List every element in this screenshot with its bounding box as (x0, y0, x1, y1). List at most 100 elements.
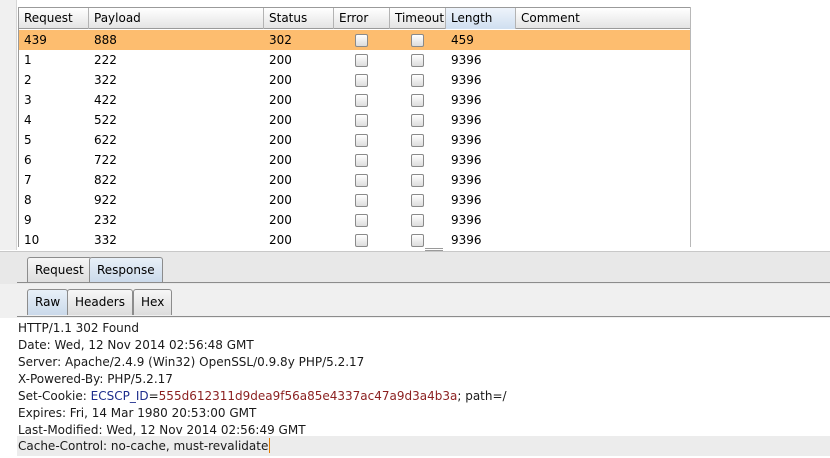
cell-length: 9396 (451, 93, 482, 107)
cell-length: 9396 (451, 53, 482, 67)
tab-request[interactable]: Request (27, 257, 92, 283)
table-row[interactable]: 1 222 200 9396 (19, 50, 690, 70)
cookie-path: ; path=/ (457, 389, 507, 403)
column-header-timeout[interactable]: Timeout (390, 8, 446, 29)
cell-status: 200 (269, 113, 292, 127)
cell-payload: 922 (94, 193, 117, 207)
cell-payload: 622 (94, 133, 117, 147)
column-header-status[interactable]: Status (264, 8, 334, 29)
cell-request: 2 (24, 73, 32, 87)
error-checkbox (355, 194, 368, 207)
cell-request: 10 (24, 233, 40, 247)
cell-request: 1 (24, 53, 32, 67)
cell-payload: 222 (94, 53, 117, 67)
error-checkbox (355, 174, 368, 187)
error-checkbox (355, 134, 368, 147)
cell-request: 439 (24, 33, 47, 47)
cell-comment (516, 190, 690, 210)
timeout-checkbox (411, 134, 424, 147)
set-cookie-key: Set-Cookie: (18, 389, 91, 403)
view-tabs-divider (17, 316, 830, 317)
cell-payload: 232 (94, 213, 117, 227)
cell-length: 9396 (451, 173, 482, 187)
timeout-checkbox (411, 214, 424, 227)
table-row[interactable]: 10 332 200 9396 (19, 230, 690, 247)
error-checkbox (355, 34, 368, 47)
timeout-checkbox (411, 174, 424, 187)
column-header-comment[interactable]: Comment (516, 8, 690, 29)
table-row[interactable]: 6 722 200 9396 (19, 150, 690, 170)
table-row[interactable]: 3 422 200 9396 (19, 90, 690, 110)
table-row[interactable]: 2 322 200 9396 (19, 70, 690, 90)
cell-status: 302 (269, 33, 292, 47)
timeout-checkbox (411, 94, 424, 107)
cell-request: 5 (24, 133, 32, 147)
cell-length: 9396 (451, 153, 482, 167)
cell-status: 200 (269, 153, 292, 167)
table-header: Request Payload Status Error Timeout Length Co… (19, 7, 690, 29)
tab-response[interactable]: Response (89, 257, 163, 283)
cell-comment (516, 50, 690, 70)
error-checkbox (355, 74, 368, 87)
cell-payload: 522 (94, 113, 117, 127)
table-row[interactable]: 9 232 200 9396 (19, 210, 690, 230)
cell-request: 9 (24, 213, 32, 227)
table-row[interactable]: 8 922 200 9396 (19, 190, 690, 210)
cell-payload: 888 (94, 33, 117, 47)
cell-length: 9396 (451, 73, 482, 87)
column-header-payload[interactable]: Payload (89, 8, 264, 29)
cell-status: 200 (269, 213, 292, 227)
table-row[interactable]: 5 622 200 9396 (19, 130, 690, 150)
cell-request: 6 (24, 153, 32, 167)
cell-comment (516, 30, 690, 50)
cell-request: 8 (24, 193, 32, 207)
cell-status: 200 (269, 193, 292, 207)
cell-comment (516, 110, 690, 130)
error-checkbox (355, 94, 368, 107)
column-header-length[interactable]: Length (446, 8, 516, 29)
table-row[interactable]: 439 888 302 459 (19, 30, 690, 50)
timeout-checkbox (411, 74, 424, 87)
column-header-request[interactable]: Request (19, 8, 89, 29)
timeout-checkbox (411, 34, 424, 47)
error-checkbox (355, 54, 368, 67)
cell-comment (516, 70, 690, 90)
table-row[interactable]: 7 822 200 9396 (19, 170, 690, 190)
header-cache-control-row: Cache-Control: no-cache, must-revalidate (17, 436, 830, 456)
cell-request: 3 (24, 93, 32, 107)
cell-status: 200 (269, 173, 292, 187)
timeout-checkbox (411, 54, 424, 67)
timeout-checkbox (411, 154, 424, 167)
cell-payload: 322 (94, 73, 117, 87)
cookie-value: 555d612311d9dea9f56a85e4337ac47a9d3a4b3a (158, 389, 458, 403)
error-checkbox (355, 214, 368, 227)
tab-headers[interactable]: Headers (67, 289, 133, 315)
cell-length: 459 (451, 33, 474, 47)
cell-length: 9396 (451, 233, 482, 247)
view-tabs-bar: Raw Headers Hex (0, 284, 830, 318)
tab-raw[interactable]: Raw (27, 289, 69, 315)
cell-status: 200 (269, 73, 292, 87)
error-checkbox (355, 154, 368, 167)
cell-payload: 722 (94, 153, 117, 167)
column-header-error[interactable]: Error (334, 8, 390, 29)
cell-comment (516, 170, 690, 190)
header-cache-control: Cache-Control: no-cache, must-revalidate (18, 439, 269, 453)
cell-length: 9396 (451, 133, 482, 147)
cell-comment (516, 210, 690, 230)
results-table: Request Payload Status Error Timeout Length Co… (18, 7, 691, 247)
timeout-checkbox (411, 114, 424, 127)
timeout-checkbox (411, 194, 424, 207)
table-empty-area (691, 0, 830, 250)
raw-response-editor[interactable]: HTTP/1.1 302 Found Date: Wed, 12 Nov 201… (0, 318, 830, 458)
message-tabs-bar: Request Response (0, 251, 830, 284)
table-row[interactable]: 4 522 200 9396 (19, 110, 690, 130)
cell-payload: 422 (94, 93, 117, 107)
cell-comment (516, 230, 690, 247)
cell-comment (516, 150, 690, 170)
cell-length: 9396 (451, 213, 482, 227)
cookie-equals: = (148, 389, 159, 403)
cell-request: 7 (24, 173, 32, 187)
tab-hex[interactable]: Hex (133, 289, 173, 315)
cell-payload: 822 (94, 173, 117, 187)
